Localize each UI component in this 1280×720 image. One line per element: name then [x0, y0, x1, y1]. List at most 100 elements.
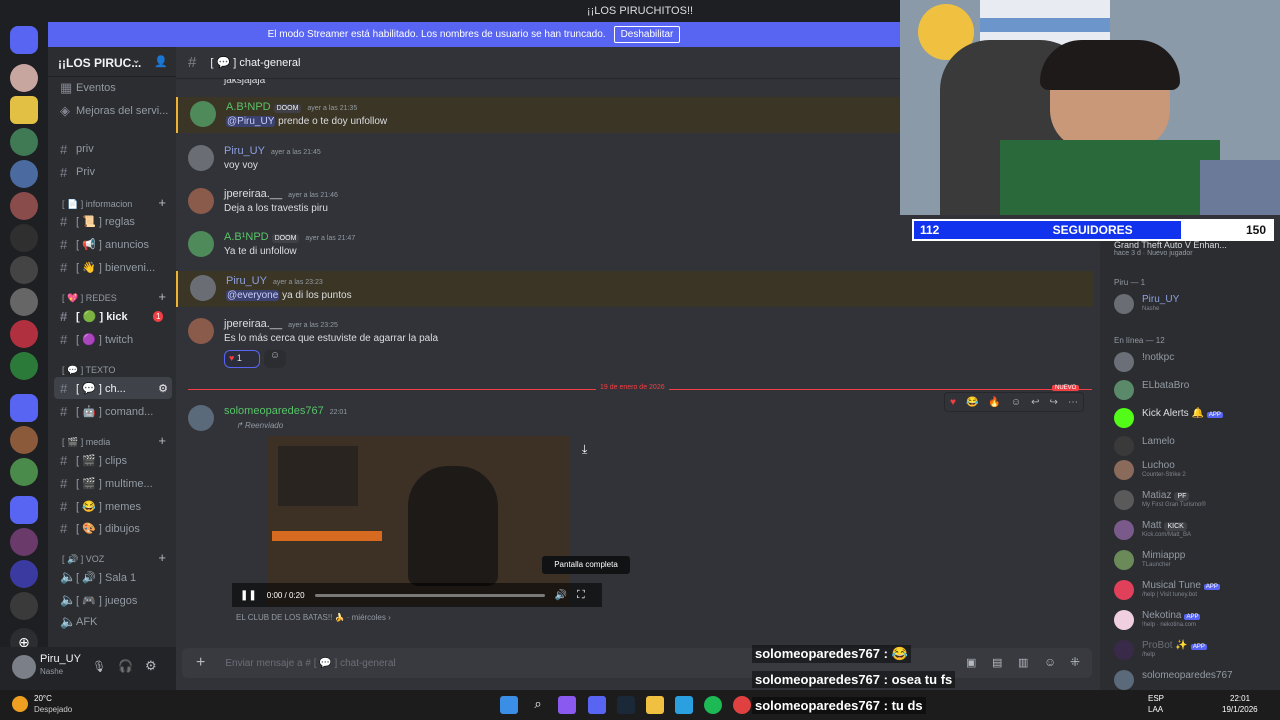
category-texto[interactable]: [ 💬 ] TEXTO: [62, 365, 115, 376]
message-author[interactable]: solomeoparedes767 22:01: [224, 405, 347, 417]
channel-comandos[interactable]: # [ 🤖 ] comand...: [54, 400, 172, 422]
forward-icon[interactable]: ↪: [1050, 397, 1058, 408]
apps-icon[interactable]: ⁜: [1070, 655, 1080, 669]
channel-bienvenida[interactable]: # [ 👋 ] bienveni...: [54, 256, 172, 278]
discord-icon[interactable]: [588, 696, 606, 714]
add-channel-icon[interactable]: +: [158, 289, 166, 304]
laugh-reaction-icon[interactable]: 😂: [966, 397, 978, 408]
reaction-heart[interactable]: ♥ 1: [224, 350, 260, 368]
fullscreen-icon[interactable]: ⛶: [577, 589, 585, 602]
server-icon[interactable]: [10, 160, 38, 188]
server-icon[interactable]: [10, 192, 38, 220]
member-item[interactable]: Musical Tune APP/help | Visit tuney.bot: [1114, 580, 1274, 604]
channel-priv[interactable]: # priv: [54, 138, 172, 160]
message-author[interactable]: jpereiraa.__ ayer a las 21:46: [224, 188, 338, 200]
video-progress[interactable]: [314, 593, 545, 597]
member-item[interactable]: ProBot ✨ APP/help: [1114, 640, 1274, 664]
channel-chat-general[interactable]: # [ 💬 ] ch... ⚙: [54, 377, 172, 399]
add-channel-icon[interactable]: +: [158, 195, 166, 210]
add-member-icon[interactable]: 👤: [154, 55, 168, 68]
message-author[interactable]: A.B¹NPD DOOM ayer a las 21:47: [224, 231, 355, 243]
member-item[interactable]: Luchoo Counter-Strike 2: [1114, 460, 1274, 484]
discord-home-icon[interactable]: [10, 26, 38, 54]
language[interactable]: ESP: [1148, 694, 1164, 703]
steam-icon[interactable]: [617, 696, 635, 714]
attach-icon[interactable]: +: [196, 654, 205, 672]
member-item[interactable]: solomeoparedes767: [1114, 670, 1274, 690]
member-item[interactable]: Kick Alerts 🔔 APP: [1114, 408, 1274, 432]
headphones-icon[interactable]: 🎧: [118, 659, 133, 673]
channel-memes[interactable]: # [ 😂 ] memes: [54, 495, 172, 517]
avatar[interactable]: [188, 145, 214, 171]
channel-priv-2[interactable]: # Priv: [54, 161, 172, 183]
member-item[interactable]: Nekotina APP !help · nekotina.com: [1114, 610, 1274, 634]
boosts-item[interactable]: ◈ Mejoras del servi...: [54, 100, 172, 122]
avatar[interactable]: [188, 231, 214, 257]
server-icon[interactable]: [10, 560, 38, 588]
add-channel-icon[interactable]: +: [158, 433, 166, 448]
video-player[interactable]: [268, 436, 570, 606]
member-item[interactable]: Matt KICK Kick.com/Matt_BA: [1114, 520, 1274, 544]
server-icon[interactable]: [10, 224, 38, 252]
download-icon[interactable]: ⤓: [582, 442, 587, 457]
start-icon[interactable]: [500, 696, 518, 714]
reply-icon[interactable]: ↩: [1031, 397, 1039, 408]
search-icon[interactable]: ⌕: [529, 696, 547, 714]
photos-icon[interactable]: [675, 696, 693, 714]
spotify-icon[interactable]: [704, 696, 722, 714]
chrome-icon[interactable]: [733, 696, 751, 714]
voice-juegos[interactable]: 🔈[ 🎮 ] juegos: [54, 589, 172, 611]
pause-icon[interactable]: ❚❚: [240, 590, 257, 601]
server-icon[interactable]: [10, 352, 38, 380]
server-icon[interactable]: [10, 320, 38, 348]
mention[interactable]: @everyone: [226, 290, 280, 301]
add-reaction-icon[interactable]: ☺: [264, 350, 286, 368]
folder-icon[interactable]: [10, 394, 38, 422]
message-author[interactable]: jpereiraa.__ ayer a las 23:25: [224, 318, 338, 330]
weather-icon[interactable]: [12, 696, 28, 712]
message[interactable]: jpereiraa.__ ayer a las 23:25 Es lo más c…: [176, 314, 1094, 370]
voice-afk[interactable]: 🔈 AFK: [54, 611, 172, 633]
member-item[interactable]: !notkpc: [1114, 352, 1274, 376]
gif-icon[interactable]: ▤: [992, 656, 1002, 669]
server-icon[interactable]: [10, 458, 38, 486]
category-voz[interactable]: [ 🔊 ] VOZ: [62, 554, 104, 565]
avatar[interactable]: [12, 655, 36, 679]
emoji-icon[interactable]: ☺: [1044, 655, 1056, 669]
guild-header[interactable]: ¡¡LOS PIRUC... ⌄ 👤: [48, 47, 176, 77]
server-icon[interactable]: [10, 64, 38, 92]
settings-icon[interactable]: ⚙: [145, 658, 157, 674]
more-icon[interactable]: ⋯: [1068, 397, 1078, 408]
message-input[interactable]: Enviar mensaje a # [ 💬 ] chat-general: [225, 658, 395, 669]
category-media[interactable]: [ 🎬 ] media: [62, 437, 110, 448]
disable-streamer-button[interactable]: Deshabilitar: [613, 26, 681, 43]
folder-icon[interactable]: [646, 696, 664, 714]
mention[interactable]: @Piru_UY: [226, 116, 276, 127]
member-item[interactable]: Lamelo: [1114, 436, 1274, 460]
server-icon[interactable]: [10, 288, 38, 316]
volume-icon[interactable]: 🔊: [555, 590, 567, 601]
copilot-icon[interactable]: [558, 696, 576, 714]
channel-dibujos[interactable]: # [ 🎨 ] dibujos: [54, 517, 172, 539]
channel-multimedia[interactable]: # [ 🎬 ] multime...: [54, 472, 172, 494]
folder-icon[interactable]: [10, 496, 38, 524]
server-icon[interactable]: [10, 528, 38, 556]
server-icon[interactable]: [10, 96, 38, 124]
member-item[interactable]: Matiaz PF My First Gran Turismo®: [1114, 490, 1274, 514]
avatar[interactable]: [188, 188, 214, 214]
message[interactable]: Piru_UY ayer a las 23:23 @everyone ya di …: [176, 271, 1094, 307]
mic-icon[interactable]: 🎙: [92, 660, 106, 673]
voice-sala-1[interactable]: 🔈[ 🔊 ] Sala 1: [54, 566, 172, 588]
message-author[interactable]: A.B¹NPD DOOM ayer a las 21:35: [226, 101, 357, 113]
member-item[interactable]: ELbataBro: [1114, 380, 1274, 404]
heart-reaction-icon[interactable]: ♥: [950, 397, 956, 408]
avatar[interactable]: [188, 318, 214, 344]
sticker-icon[interactable]: ▥: [1018, 656, 1028, 669]
settings-icon[interactable]: ⚙: [158, 382, 168, 395]
server-icon[interactable]: [10, 128, 38, 156]
add-reaction-icon[interactable]: ☺: [1011, 397, 1021, 408]
server-icon[interactable]: [10, 592, 38, 620]
channel-twitch[interactable]: # [ 🟣 ] twitch: [54, 328, 172, 350]
avatar[interactable]: [190, 101, 216, 127]
category-informacion[interactable]: [ 📄 ] informacion: [62, 199, 132, 210]
